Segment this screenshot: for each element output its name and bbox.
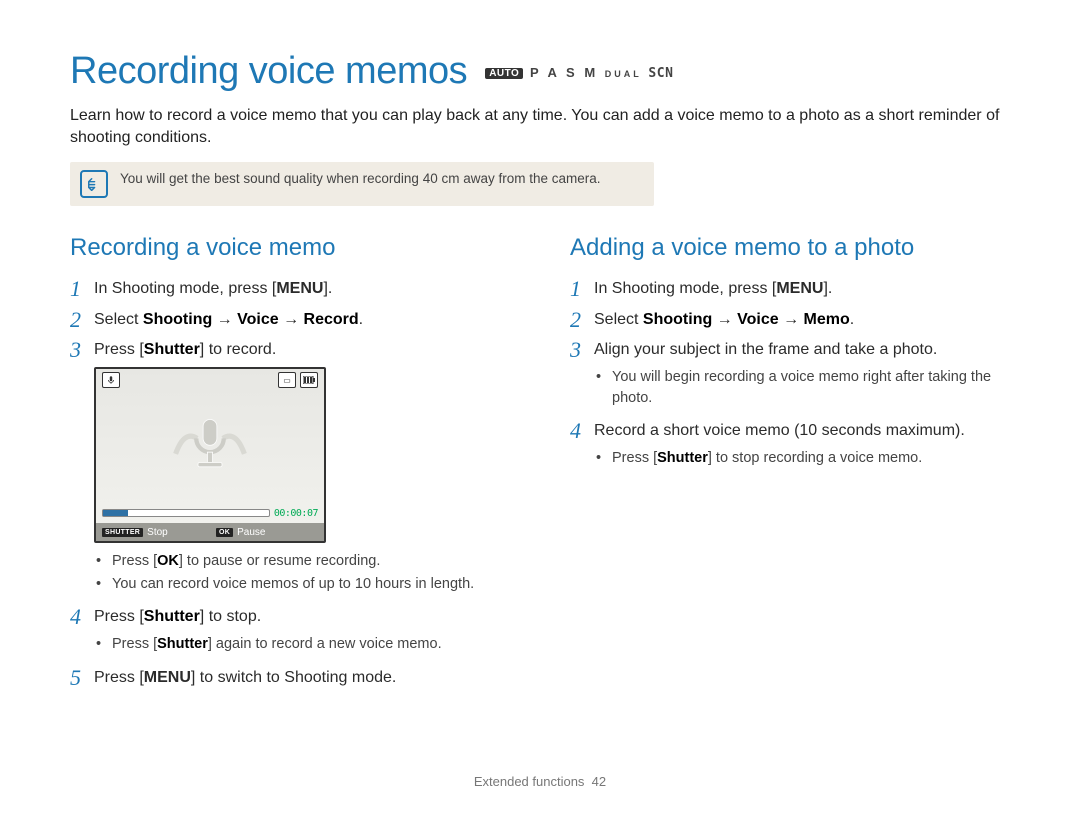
page-title: Recording voice memos AUTO P A S M DUAL … <box>70 50 1010 93</box>
ok-chip: OK <box>216 528 233 537</box>
right-step-4: 4 Record a short voice memo (10 seconds … <box>570 418 1010 442</box>
elapsed-time: 00:00:07 <box>274 508 318 519</box>
mic-status-icon <box>102 372 120 388</box>
right-step-1: 1 In Shooting mode, press [MENU]. <box>570 276 1010 300</box>
left-step-5: 5 Press [MENU] to switch to Shooting mod… <box>70 665 510 689</box>
mode-auto-icon: AUTO <box>485 68 523 79</box>
tip-icon <box>80 170 108 198</box>
left-step-4-notes: Press [Shutter] again to record a new vo… <box>82 634 510 654</box>
right-column: Adding a voice memo to a photo 1 In Shoo… <box>570 234 1010 695</box>
card-icon: ▭ <box>278 372 296 388</box>
left-step-3-notes: Press [OK] to pause or resume recording.… <box>82 551 510 594</box>
page-footer: Extended functions 42 <box>0 774 1080 789</box>
tip-text: You will get the best sound quality when… <box>120 170 601 188</box>
right-step-3-notes: You will begin recording a voice memo ri… <box>582 367 1010 408</box>
mode-indicators: AUTO P A S M DUAL SCN <box>485 65 673 80</box>
battery-icon <box>300 372 318 388</box>
right-heading: Adding a voice memo to a photo <box>570 234 1010 262</box>
shutter-chip: SHUTTER <box>102 528 143 537</box>
menu-button-label: MENU <box>276 280 323 297</box>
right-step-4-notes: Press [Shutter] to stop recording a voic… <box>582 448 1010 468</box>
left-step-3: 3 Press [Shutter] to record. <box>70 337 510 361</box>
left-heading: Recording a voice memo <box>70 234 510 262</box>
left-step-4: 4 Press [Shutter] to stop. <box>70 604 510 628</box>
camera-lcd-illustration: ▭ <box>94 367 326 543</box>
right-step-3: 3 Align your subject in the frame and ta… <box>570 337 1010 361</box>
tip-callout: You will get the best sound quality when… <box>70 162 654 206</box>
left-column: Recording a voice memo 1 In Shooting mod… <box>70 234 510 695</box>
progress-bar <box>102 509 270 517</box>
left-step-1: 1 In Shooting mode, press [MENU]. <box>70 276 510 300</box>
mode-dual-icon: DUAL <box>605 69 642 79</box>
left-step-2: 2 Select Shooting → Voice → Record. <box>70 307 510 331</box>
intro-paragraph: Learn how to record a voice memo that yo… <box>70 105 1010 148</box>
mode-scn-icon: SCN <box>648 66 673 81</box>
right-step-2: 2 Select Shooting → Voice → Memo. <box>570 307 1010 331</box>
manual-page: Recording voice memos AUTO P A S M DUAL … <box>0 0 1080 815</box>
microphone-icon <box>167 409 253 485</box>
